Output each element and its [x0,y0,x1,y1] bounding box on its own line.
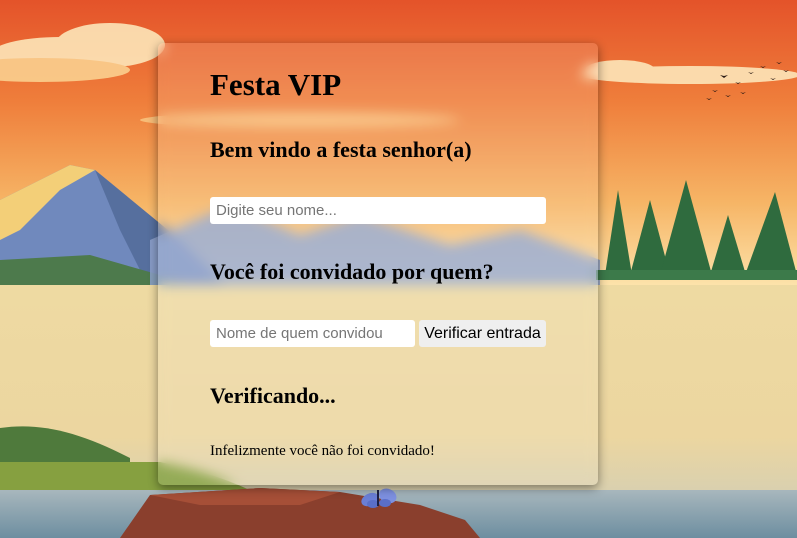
page-title: Festa VIP [210,67,342,102]
checking-heading: Verificando... [210,383,336,408]
name-input[interactable] [210,197,546,224]
invited-by-heading: Você foi convidado por quem? [210,259,494,284]
inviter-name-input[interactable] [210,320,415,347]
vip-party-card: Festa VIP Bem vindo a festa senhor(a) Vo… [158,43,598,485]
verify-entry-button[interactable]: Verificar entrada [419,320,546,347]
result-message: Infelizmente você não foi convidado! [210,443,435,459]
welcome-heading: Bem vindo a festa senhor(a) [210,137,472,162]
